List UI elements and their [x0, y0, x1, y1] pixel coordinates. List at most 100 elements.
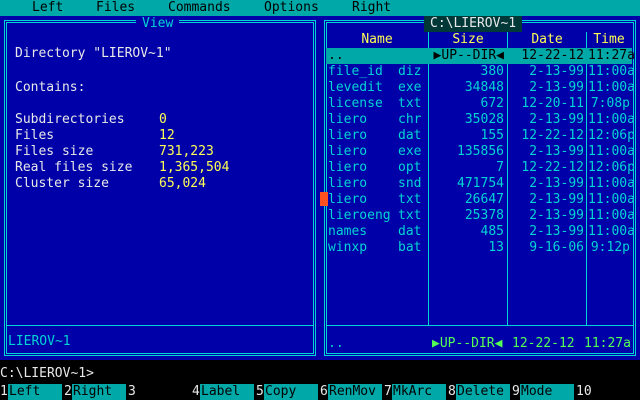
file-size: 135856	[457, 144, 504, 159]
menu-files[interactable]: Files	[96, 0, 135, 16]
file-date: 2-13-99	[529, 144, 584, 159]
stat-label-files-size: Files size	[15, 144, 94, 159]
fkey-10[interactable]: 10	[576, 384, 640, 400]
fkey-right[interactable]: 2 Right	[64, 384, 128, 400]
fkey-renmov[interactable]: 6 RenMov	[320, 384, 384, 400]
current-path: C:\LIEROV~1	[424, 16, 523, 32]
file-row[interactable]: liero exe 135856 2-13-99 11:00a	[326, 144, 635, 160]
file-name: liero	[328, 128, 368, 143]
menu-commands[interactable]: Commands	[168, 0, 231, 16]
fkey-label-action[interactable]: 4 Label	[192, 384, 256, 400]
file-row[interactable]: liero chr 35028 2-13-99 11:00a	[326, 112, 635, 128]
file-name: liero	[328, 144, 368, 159]
file-ext: bat	[398, 240, 422, 255]
fkey-delete[interactable]: 8 Delete	[448, 384, 512, 400]
stat-value-subdirectories: 0	[159, 112, 167, 127]
file-name: liero	[328, 112, 368, 127]
file-row[interactable]: winxp bat 13 9-16-06 9:12p	[326, 240, 632, 256]
stat-label-real-files-size: Real files size	[15, 160, 133, 175]
left-panel: View Directory "LIEROV~1" Contains: Subd…	[0, 16, 320, 360]
file-ext: txt	[398, 192, 422, 207]
fkey-left[interactable]: 1 Left	[0, 384, 64, 400]
fkey-number: 2	[64, 384, 72, 400]
left-panel-footer: LIEROV~1	[8, 334, 71, 349]
file-name: liero	[328, 192, 368, 207]
stat-label-files: Files	[15, 128, 55, 143]
fkey-number: 6	[320, 384, 328, 400]
fkey-label: Right	[72, 384, 126, 400]
file-date: 2-13-99	[529, 64, 584, 79]
file-date: 2-13-99	[529, 192, 584, 207]
file-name: license	[328, 96, 383, 111]
file-row[interactable]: liero dat 155 12-22-12 12:06p	[326, 128, 635, 144]
file-time: 11:00a	[588, 176, 635, 191]
fkey-3[interactable]: 3	[128, 384, 192, 400]
file-ext: txt	[398, 208, 422, 223]
file-row[interactable]: names dat 485 2-13-99 11:00a	[326, 224, 635, 240]
file-size: 485	[480, 224, 504, 239]
file-time: 7:08p	[590, 96, 630, 111]
fkey-label: Mode	[520, 384, 574, 400]
file-time: 11:00a	[588, 80, 635, 95]
right-footer-name: ..	[328, 336, 344, 351]
file-date: 12-22-12	[521, 160, 584, 175]
panel-resize-handle[interactable]	[320, 192, 328, 206]
file-time: 12:06p	[588, 128, 635, 143]
file-size: 34848	[464, 80, 504, 95]
file-date: 12-22-12	[521, 128, 584, 143]
fkey-number: 8	[448, 384, 456, 400]
stat-value-files: 12	[159, 128, 175, 143]
file-time: 9:12p	[590, 240, 630, 255]
file-time: 11:00a	[588, 224, 635, 239]
file-size: 155	[480, 128, 504, 143]
file-row-parent-dir[interactable]: .. ▶UP--DIR◀ 12-22-12 11:27a	[326, 48, 635, 64]
file-time: 11:27a	[588, 48, 635, 63]
menu-options[interactable]: Options	[264, 0, 319, 16]
stat-label-subdirectories: Subdirectories	[15, 112, 125, 127]
file-name: ..	[328, 48, 344, 63]
file-name: liero	[328, 160, 368, 175]
left-panel-separator	[7, 325, 313, 326]
file-date: 2-13-99	[529, 80, 584, 95]
file-row[interactable]: levedit exe 34848 2-13-99 11:00a	[326, 80, 635, 96]
file-date: 12-22-12	[521, 48, 584, 63]
file-ext: txt	[398, 96, 422, 111]
file-date: 12-20-11	[521, 96, 584, 111]
column-header-date[interactable]: Date	[508, 32, 586, 48]
file-size: 7	[496, 160, 504, 175]
column-header-size[interactable]: Size	[429, 32, 507, 48]
menu-right[interactable]: Right	[352, 0, 391, 16]
menu-left[interactable]: Left	[32, 0, 63, 16]
fkey-mkarc[interactable]: 7 MkArc	[384, 384, 448, 400]
file-row[interactable]: liero opt 7 12-22-12 12:06p	[326, 160, 635, 176]
file-time: 11:00a	[588, 64, 635, 79]
file-row[interactable]: license txt 672 12-20-11 7:08p	[326, 96, 632, 112]
file-ext: diz	[398, 64, 422, 79]
fkey-number: 5	[256, 384, 264, 400]
menu-bar: Left Files Commands Options Right	[0, 0, 640, 16]
fkey-number: 7	[384, 384, 392, 400]
file-date: 2-13-99	[529, 112, 584, 127]
command-line[interactable]: C:\LIEROV~1>	[0, 366, 640, 382]
file-time: 11:00a	[588, 112, 635, 127]
file-row[interactable]: lieroeng txt 25378 2-13-99 11:00a	[326, 208, 635, 224]
file-time: 11:00a	[588, 144, 635, 159]
file-time: 11:00a	[588, 208, 635, 223]
file-row[interactable]: liero txt 26647 2-13-99 11:00a	[326, 192, 635, 208]
file-row[interactable]: file_id diz 380 2-13-99 11:00a	[326, 64, 635, 80]
file-date: 2-13-99	[529, 224, 584, 239]
fkey-copy[interactable]: 5 Copy	[256, 384, 320, 400]
fkey-label: RenMov	[328, 384, 382, 400]
column-header-time[interactable]: Time	[587, 32, 631, 48]
column-header-name[interactable]: Name	[327, 32, 427, 48]
file-size: 380	[480, 64, 504, 79]
fkey-label: Delete	[456, 384, 510, 400]
file-row[interactable]: liero snd 471754 2-13-99 11:00a	[326, 176, 635, 192]
fkey-mode[interactable]: 9 Mode	[512, 384, 576, 400]
file-date: 2-13-99	[529, 208, 584, 223]
fkey-label: Left	[8, 384, 62, 400]
file-date: 2-13-99	[529, 176, 584, 191]
stat-value-files-size: 731,223	[159, 144, 214, 159]
file-name: file_id	[328, 64, 383, 79]
file-ext: snd	[398, 176, 422, 191]
